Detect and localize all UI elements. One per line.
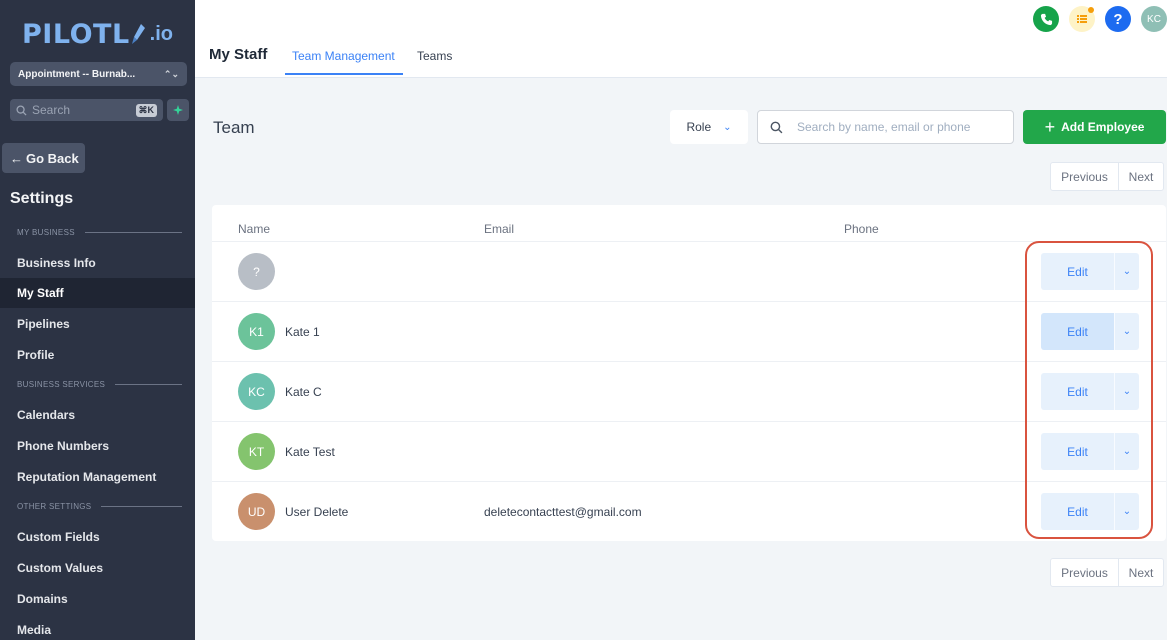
next-page-button[interactable]: Next: [1119, 559, 1163, 586]
sidebar-item-my-staff[interactable]: My Staff: [0, 278, 195, 308]
notification-dot: [1088, 7, 1094, 13]
brand-suffix: .io: [149, 22, 173, 45]
avatar: KC: [238, 373, 275, 410]
sidebar-item-profile[interactable]: Profile: [0, 340, 195, 370]
avatar: K1: [238, 313, 275, 350]
list-icon: [1077, 15, 1087, 23]
search-icon: [770, 121, 783, 133]
avatar: UD: [238, 493, 275, 530]
table-row: ? Edit ⌄: [212, 241, 1166, 301]
employee-search: [757, 110, 1014, 144]
avatar: KT: [238, 433, 275, 470]
search-icon: [16, 104, 27, 116]
header-actions: ? KC: [1033, 6, 1167, 32]
next-page-button[interactable]: Next: [1119, 163, 1163, 190]
section-title: Team: [213, 118, 255, 137]
chevron-updown-icon: ⌃⌄: [163, 68, 179, 79]
sparkle-icon: [173, 105, 183, 115]
active-tab-indicator: [285, 73, 403, 75]
sidebar-item-pipelines[interactable]: Pipelines: [0, 309, 195, 339]
previous-page-button[interactable]: Previous: [1051, 559, 1119, 586]
sidebar-item-reputation-management[interactable]: Reputation Management: [0, 462, 195, 492]
table-row: UD User Delete deletecontacttest@gmail.c…: [212, 481, 1166, 541]
column-header-phone: Phone: [844, 222, 879, 236]
sidebar-search-row: Search ⌘K: [10, 99, 189, 121]
sidebar-item-domains[interactable]: Domains: [0, 584, 195, 614]
edit-column-highlight: [1025, 241, 1153, 539]
pagination-bottom: Previous Next: [1050, 558, 1164, 587]
table-row: KC Kate C Edit ⌄: [212, 361, 1166, 421]
table-row: K1 Kate 1 Edit ⌄: [212, 301, 1166, 361]
page-title: My Staff: [209, 46, 268, 63]
phone-icon: [1040, 13, 1052, 25]
role-filter-dropdown[interactable]: Role ⌄: [670, 110, 748, 144]
add-employee-label: Add Employee: [1061, 120, 1145, 134]
phone-button[interactable]: [1033, 6, 1059, 32]
section-other-settings: OTHER SETTINGS: [17, 502, 182, 511]
divider: [101, 506, 182, 507]
go-back-label: Go Back: [26, 150, 79, 166]
plus-icon: +: [1044, 116, 1056, 137]
rocket-icon: [131, 24, 145, 44]
user-avatar[interactable]: KC: [1141, 6, 1167, 32]
staff-name: Kate 1: [285, 325, 320, 339]
divider: [115, 384, 182, 385]
brand-name: PILOTL: [22, 18, 130, 50]
previous-page-button[interactable]: Previous: [1051, 163, 1119, 190]
top-header: My Staff Team Management Teams ? KC: [195, 0, 1167, 78]
chevron-down-icon: ⌄: [723, 121, 732, 133]
sidebar: PILOTL .io Appointment -- Burnab... ⌃⌄ S…: [0, 0, 195, 640]
pagination-top: Previous Next: [1050, 162, 1164, 191]
notifications-button[interactable]: [1069, 6, 1095, 32]
sidebar-item-custom-values[interactable]: Custom Values: [0, 553, 195, 583]
sidebar-item-custom-fields[interactable]: Custom Fields: [0, 522, 195, 552]
employee-search-input[interactable]: [797, 120, 997, 134]
tab-teams[interactable]: Teams: [417, 49, 452, 63]
tab-team-management[interactable]: Team Management: [292, 49, 395, 63]
add-employee-button[interactable]: + Add Employee: [1023, 110, 1166, 144]
staff-name: Kate C: [285, 385, 322, 399]
sidebar-item-business-info[interactable]: Business Info: [0, 248, 195, 278]
column-header-name: Name: [238, 222, 271, 236]
go-back-button[interactable]: ← Go Back: [2, 143, 85, 173]
quick-action-button[interactable]: [167, 99, 189, 121]
sidebar-search-placeholder: Search: [32, 103, 71, 117]
sidebar-search-input[interactable]: Search ⌘K: [10, 99, 163, 121]
sidebar-item-media[interactable]: Media: [0, 615, 195, 640]
sidebar-item-phone-numbers[interactable]: Phone Numbers: [0, 431, 195, 461]
staff-name: Kate Test: [285, 445, 335, 459]
section-label: BUSINESS SERVICES: [17, 380, 106, 389]
section-label: MY BUSINESS: [17, 228, 75, 237]
table-row: KT Kate Test Edit ⌄: [212, 421, 1166, 481]
section-business-services: BUSINESS SERVICES: [17, 380, 182, 389]
staff-email: deletecontacttest@gmail.com: [484, 505, 642, 519]
location-name: Appointment -- Burnab...: [18, 68, 136, 80]
arrow-left-icon: ←: [10, 150, 23, 166]
location-switcher[interactable]: Appointment -- Burnab... ⌃⌄: [10, 62, 187, 86]
avatar: ?: [238, 253, 275, 290]
search-shortcut: ⌘K: [135, 103, 157, 117]
staff-name: User Delete: [285, 505, 349, 519]
help-button[interactable]: ?: [1105, 6, 1131, 32]
divider: [84, 232, 182, 233]
column-header-email: Email: [484, 222, 515, 236]
sidebar-item-calendars[interactable]: Calendars: [0, 400, 195, 430]
role-filter-label: Role: [686, 120, 712, 134]
help-icon: ?: [1113, 10, 1123, 28]
settings-title: Settings: [10, 190, 74, 207]
staff-table: Name Email Phone ? Edit ⌄ K1 Kate 1 Edit…: [212, 205, 1166, 541]
brand-logo[interactable]: PILOTL .io: [22, 14, 173, 54]
section-my-business: MY BUSINESS: [17, 228, 182, 237]
section-label: OTHER SETTINGS: [17, 502, 92, 511]
